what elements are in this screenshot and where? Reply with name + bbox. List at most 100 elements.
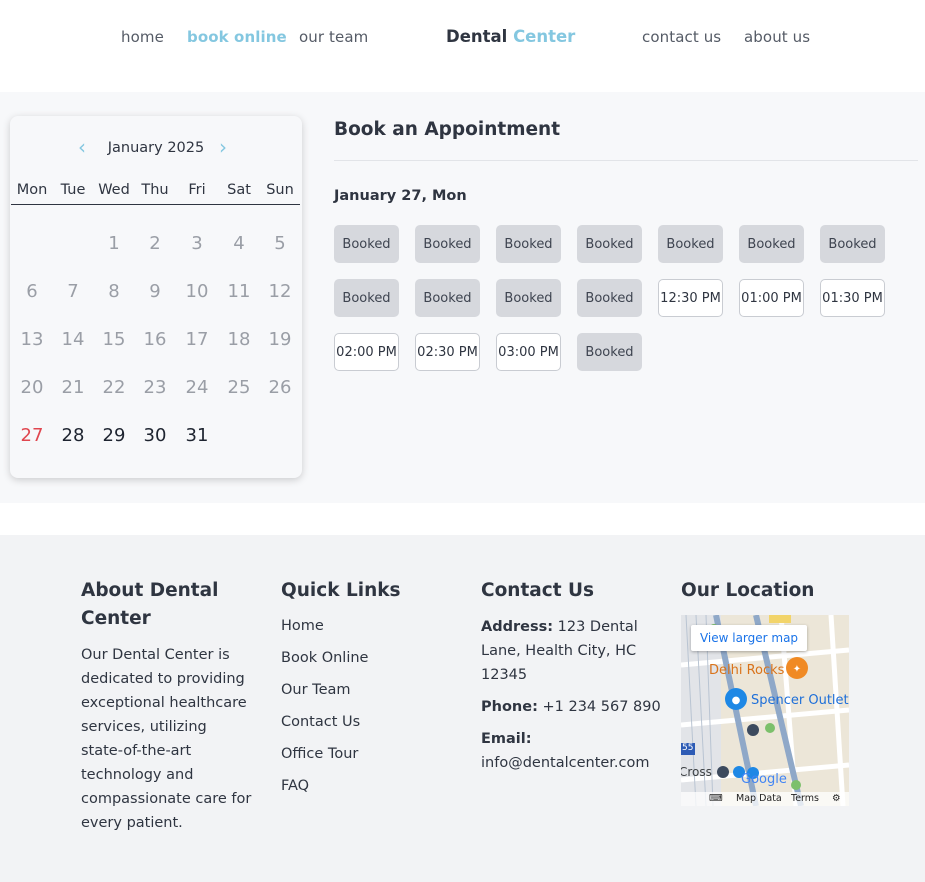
calendar-day[interactable]: 29 [93, 425, 135, 446]
slot-booked: Booked [577, 333, 642, 371]
calendar-day: 7 [67, 281, 79, 302]
weekday-label: Tue [60, 182, 86, 198]
calendar-day: 26 [268, 377, 292, 398]
calendar-widget: ‹ January 2025 › Mon Tue Wed Thu Fri Sat Sun 1 2… [10, 116, 302, 478]
calendar-day: 13 [20, 329, 44, 350]
calendar-day: 17 [185, 329, 209, 350]
weekday-label: Mon [16, 182, 48, 198]
email-value[interactable]: info@dentalcenter.com [481, 751, 661, 775]
calendar-day: 16 [143, 329, 167, 350]
slot-available-button[interactable]: 03:00 PM [496, 333, 561, 371]
map-road-badge: 55 [682, 743, 694, 753]
booking-title: Book an Appointment [334, 119, 561, 140]
selected-date-label: January 27, Mon [334, 188, 467, 204]
slot-booked: Booked [334, 279, 399, 317]
slot-booked: Booked [415, 279, 480, 317]
weekday-divider [11, 204, 300, 205]
footer-link-office-tour[interactable]: Office Tour [281, 746, 358, 762]
calendar-day: 9 [149, 281, 161, 302]
map-footer: ⌨ Map Data Terms ⚙ [681, 792, 849, 806]
nav-book-online[interactable]: book online [187, 28, 287, 46]
nav-about-us[interactable]: about us [744, 28, 810, 46]
calendar-day: 8 [108, 281, 120, 302]
footer-link-contact-us[interactable]: Contact Us [281, 714, 360, 730]
svg-text:✦: ✦ [793, 664, 801, 675]
nav-contact-us[interactable]: contact us [642, 28, 721, 46]
slot-booked: Booked [658, 225, 723, 263]
calendar-day: 18 [227, 329, 251, 350]
slot-available-button[interactable]: 02:30 PM [415, 333, 480, 371]
keyboard-icon[interactable]: ⌨ [709, 793, 723, 804]
map-settings-icon[interactable]: ⚙ [832, 793, 841, 804]
brand-logo[interactable]: Dental Center [446, 27, 575, 46]
calendar-day: 24 [185, 377, 209, 398]
footer-location-title: Our Location [681, 580, 815, 601]
calendar-day: 11 [227, 281, 251, 302]
calendar-day: 5 [274, 233, 286, 254]
phone-value: +1 234 567 890 [542, 699, 661, 715]
google-logo: Google [741, 772, 787, 787]
footer-link-book-online[interactable]: Book Online [281, 650, 368, 666]
calendar-day: 19 [268, 329, 292, 350]
calendar-day[interactable]: 28 [52, 425, 94, 446]
slot-booked: Booked [820, 225, 885, 263]
footer-link-home[interactable]: Home [281, 618, 324, 634]
location-map[interactable]: ✦ ● View larger map Delhi Rocks Spencer … [681, 615, 849, 806]
footer: About Dental Center Our Dental Center is… [0, 535, 925, 882]
calendar-day: 21 [61, 377, 85, 398]
slot-booked: Booked [739, 225, 804, 263]
calendar-day: 3 [191, 233, 203, 254]
slot-booked: Booked [496, 279, 561, 317]
map-place-delhi-rocks[interactable]: Delhi Rocks [709, 663, 784, 678]
slot-booked: Booked [496, 225, 561, 263]
phone-label: Phone: [481, 699, 538, 715]
calendar-day: 10 [185, 281, 209, 302]
calendar-day: 2 [149, 233, 161, 254]
view-larger-map-link[interactable]: View larger map [691, 625, 807, 651]
footer-contact-title: Contact Us [481, 580, 595, 601]
chevron-right-icon[interactable]: › [219, 137, 233, 157]
slot-available-button[interactable]: 01:00 PM [739, 279, 804, 317]
calendar-day: 22 [102, 377, 126, 398]
weekday-label: Sat [227, 182, 251, 198]
top-nav: home book online our team Dental Center … [0, 0, 925, 92]
weekday-label: Wed [98, 182, 130, 198]
weekday-label: Fri [188, 182, 206, 198]
footer-email: Email: info@dentalcenter.com [481, 727, 661, 775]
map-place-spencer-outlet[interactable]: Spencer Outlet C [751, 693, 849, 708]
calendar-month-label: January 2025 [107, 140, 205, 156]
calendar-day: 15 [102, 329, 126, 350]
slot-available-button[interactable]: 02:00 PM [334, 333, 399, 371]
slot-available-button[interactable]: 01:30 PM [820, 279, 885, 317]
calendar-day: 1 [108, 233, 120, 254]
calendar-day[interactable]: 30 [134, 425, 176, 446]
calendar-day: 23 [143, 377, 167, 398]
slot-available-button[interactable]: 12:30 PM [658, 279, 723, 317]
calendar-day: 14 [61, 329, 85, 350]
footer-about-title: About Dental Center [81, 580, 219, 629]
calendar-day: 12 [268, 281, 292, 302]
nav-home[interactable]: home [121, 28, 164, 46]
footer-link-faq[interactable]: FAQ [281, 778, 309, 794]
calendar-day[interactable]: 31 [176, 425, 218, 446]
calendar-day: 4 [233, 233, 245, 254]
footer-link-our-team[interactable]: Our Team [281, 682, 351, 698]
slot-booked: Booked [577, 279, 642, 317]
weekday-label: Sun [266, 182, 294, 198]
nav-our-team[interactable]: our team [299, 28, 368, 46]
brand-accent: Center [513, 27, 576, 46]
email-label: Email: [481, 731, 532, 747]
slot-booked: Booked [334, 225, 399, 263]
map-data-link[interactable]: Map Data [736, 793, 782, 804]
calendar-day: 25 [227, 377, 251, 398]
footer-quick-links-title: Quick Links [281, 580, 401, 601]
weekday-label: Thu [141, 182, 169, 198]
slot-booked: Booked [415, 225, 480, 263]
footer-phone: Phone: +1 234 567 890 [481, 695, 661, 719]
svg-text:●: ● [732, 695, 741, 706]
booking-section: ‹ January 2025 › Mon Tue Wed Thu Fri Sat Sun 1 2… [0, 92, 925, 503]
map-terms-link[interactable]: Terms [791, 793, 819, 804]
slot-booked: Booked [577, 225, 642, 263]
footer-address: Address: 123 Dental Lane, Health City, H… [481, 615, 651, 687]
calendar-day-selected[interactable]: 27 [11, 425, 53, 446]
